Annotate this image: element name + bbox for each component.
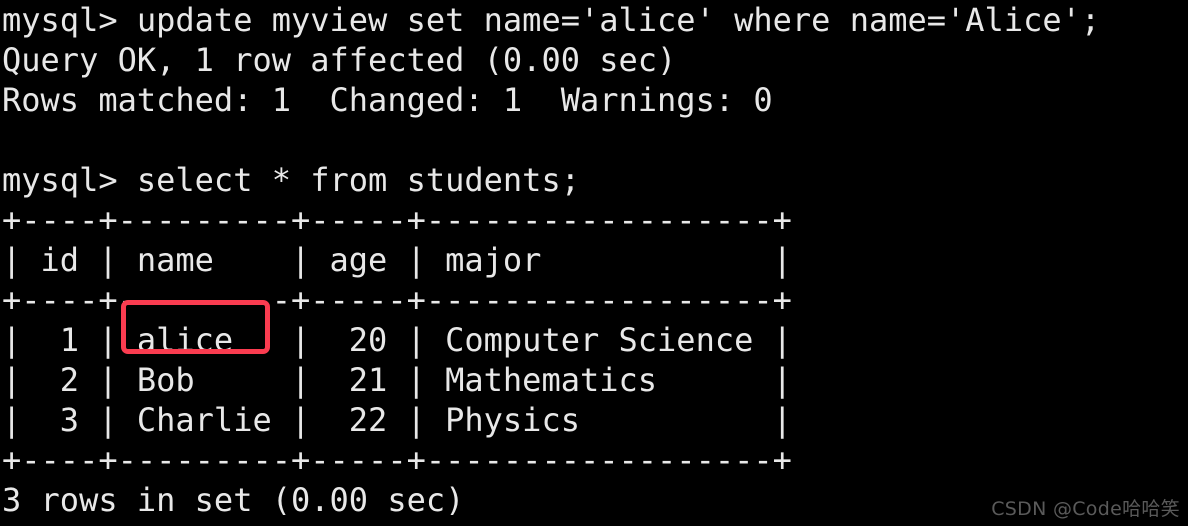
table-rule-top: +----+---------+-----+------------------…	[2, 201, 792, 239]
terminal-line-cmd-select: mysql> select * from students;	[2, 161, 580, 199]
table-rule-middle: +----+---------+-----+------------------…	[2, 281, 792, 319]
terminal-line-cmd-update: mysql> update myview set name='alice' wh…	[2, 1, 1101, 39]
table-row: | 3 | Charlie | 22 | Physics |	[2, 401, 792, 439]
terminal-output: mysql> update myview set name='alice' wh…	[0, 0, 1188, 520]
table-row: | 2 | Bob | 21 | Mathematics |	[2, 361, 792, 399]
csdn-watermark: CSDN @Code哈哈笑	[991, 498, 1180, 520]
terminal-line-query-ok: Query OK, 1 row affected (0.00 sec)	[2, 41, 677, 79]
table-rule-bottom: +----+---------+-----+------------------…	[2, 441, 792, 479]
terminal-line-rows-matched: Rows matched: 1 Changed: 1 Warnings: 0	[2, 81, 773, 119]
table-row: | 1 | alice | 20 | Computer Science |	[2, 321, 792, 359]
table-header-row: | id | name | age | major |	[2, 241, 792, 279]
terminal-window[interactable]: mysql> update myview set name='alice' wh…	[0, 0, 1188, 526]
